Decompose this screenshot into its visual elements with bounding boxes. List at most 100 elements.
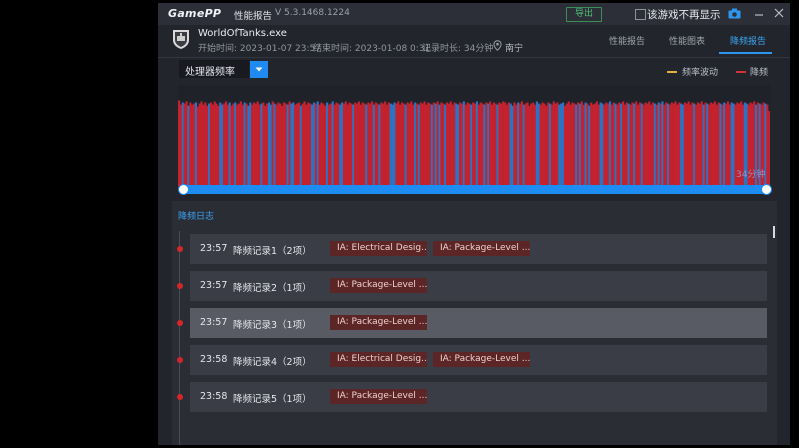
chart-bar bbox=[563, 105, 567, 187]
chart-bar bbox=[605, 102, 608, 187]
chart-bar bbox=[479, 102, 482, 187]
throttle-reason-tag[interactable]: IA: Package-Level ... bbox=[433, 241, 530, 256]
chart-bar bbox=[708, 104, 711, 187]
chart-bar bbox=[715, 104, 718, 187]
throttle-reason-tag[interactable]: IA: Package-Level ... bbox=[433, 352, 530, 367]
tab-performance-chart[interactable]: 性能图表 bbox=[669, 34, 705, 47]
legend-label-fluctuation: 频率波动 bbox=[682, 68, 719, 78]
chart-bar bbox=[590, 102, 593, 187]
throttle-reason-tag[interactable]: IA: Package-Level ... bbox=[330, 315, 427, 330]
chart-bar bbox=[726, 101, 730, 187]
log-row-time: 23:57 bbox=[200, 280, 228, 291]
chart-bar bbox=[440, 102, 443, 187]
frequency-chart[interactable] bbox=[178, 85, 771, 187]
chart-bar bbox=[472, 102, 475, 187]
chart-bar bbox=[730, 102, 733, 187]
chart-bar bbox=[423, 101, 426, 187]
chart-bar bbox=[355, 103, 359, 187]
chart-bar bbox=[629, 104, 632, 187]
chart-bar bbox=[314, 103, 317, 187]
tab-throttle-report[interactable]: 降频报告 bbox=[730, 34, 766, 47]
minimize-icon[interactable] bbox=[753, 7, 765, 19]
chart-bar bbox=[547, 102, 550, 187]
log-row[interactable]: 23:58 降频记录4（2项） IA: Electrical Desig... IA:… bbox=[190, 345, 767, 375]
log-row[interactable]: 23:57 降频记录3（1项） IA: Package-Level ... bbox=[190, 308, 767, 338]
chart-bar bbox=[281, 105, 284, 187]
chart-bar bbox=[326, 102, 329, 187]
chart-bar bbox=[382, 103, 385, 187]
camera-icon[interactable] bbox=[728, 8, 741, 19]
no-show-checkbox[interactable] bbox=[635, 9, 646, 20]
chart-bar bbox=[577, 102, 580, 187]
chart-bar bbox=[348, 102, 351, 187]
chart-bar bbox=[277, 102, 280, 187]
tab-performance-report[interactable]: 性能报告 bbox=[609, 34, 645, 47]
chart-bar bbox=[286, 104, 289, 187]
chart-bar bbox=[702, 104, 705, 187]
chart-bar bbox=[282, 102, 286, 187]
log-row[interactable]: 23:58 降频记录5（1项） IA: Package-Level ... bbox=[190, 382, 767, 412]
chart-bar bbox=[556, 102, 559, 187]
chart-bar bbox=[187, 105, 190, 187]
chart-bar bbox=[657, 102, 660, 187]
start-time: 开始时间: 2023-01-07 23:57 bbox=[198, 44, 321, 54]
throttle-reason-tag[interactable]: IA: Package-Level ... bbox=[330, 278, 427, 293]
log-row[interactable]: 23:57 降频记录1（2项） IA: Electrical Desig... IA:… bbox=[190, 234, 767, 264]
chart-bar bbox=[449, 101, 452, 187]
chart-bar bbox=[367, 102, 370, 187]
chart-bar bbox=[374, 102, 377, 187]
chart-bar bbox=[245, 103, 248, 187]
location-pin-icon bbox=[493, 40, 502, 51]
chart-bar bbox=[721, 104, 724, 187]
chart-bar bbox=[442, 103, 445, 187]
chart-bar bbox=[567, 101, 570, 187]
chart-bar bbox=[385, 104, 389, 187]
record-duration: 记录时长: 34分钟 bbox=[422, 44, 494, 54]
chart-bar bbox=[337, 103, 340, 187]
chart-bar bbox=[492, 102, 495, 187]
chart-bar bbox=[595, 101, 598, 187]
chart-bar bbox=[483, 104, 486, 187]
game-icon bbox=[173, 30, 189, 49]
chart-bar bbox=[571, 102, 574, 187]
chart-bar bbox=[665, 102, 668, 187]
slider-start-handle[interactable] bbox=[178, 184, 189, 195]
log-row[interactable]: 23:57 降频记录2（1项） IA: Package-Level ... bbox=[190, 271, 767, 301]
no-show-label[interactable]: 该游戏不再显示 bbox=[647, 7, 721, 22]
chart-bar bbox=[723, 102, 726, 187]
timeline-dot bbox=[177, 246, 183, 252]
chart-bar bbox=[179, 104, 183, 187]
chart-bar bbox=[254, 103, 257, 187]
export-button[interactable]: 导出 bbox=[566, 7, 602, 22]
chart-bar bbox=[406, 102, 409, 187]
chart-bar bbox=[530, 103, 533, 187]
chart-bar bbox=[275, 104, 278, 187]
throttle-reason-tag[interactable]: IA: Electrical Desig... bbox=[330, 352, 427, 367]
chart-bar bbox=[350, 103, 353, 187]
throttle-reason-tag[interactable]: IA: Package-Level ... bbox=[330, 389, 427, 404]
throttle-reason-tag[interactable]: IA: Electrical Desig... bbox=[330, 241, 427, 256]
chart-bar bbox=[239, 101, 242, 187]
chart-bar bbox=[655, 104, 658, 187]
chart-bar bbox=[507, 102, 510, 187]
chart-bar bbox=[685, 103, 688, 187]
chart-bar bbox=[584, 102, 587, 187]
chart-bar bbox=[588, 105, 591, 187]
slider-end-handle[interactable] bbox=[761, 184, 772, 195]
chart-bar bbox=[728, 104, 731, 187]
metric-select-dropdown-button[interactable] bbox=[250, 61, 268, 78]
chart-bar bbox=[372, 104, 376, 187]
chart-bar bbox=[539, 104, 542, 187]
chart-bar bbox=[333, 104, 336, 187]
timeline-dot bbox=[177, 357, 183, 363]
time-range-slider[interactable] bbox=[183, 185, 765, 194]
chart-bar bbox=[592, 104, 595, 187]
end-time: 结束时间: 2023-01-08 0:31 bbox=[313, 44, 431, 54]
close-icon[interactable] bbox=[773, 7, 785, 19]
metric-select[interactable]: 处理器频率 bbox=[179, 60, 249, 78]
chart-bar bbox=[211, 104, 214, 187]
chart-bar bbox=[713, 101, 716, 187]
log-scrollbar[interactable] bbox=[773, 226, 775, 238]
chart-bar bbox=[496, 104, 499, 187]
chart-bar bbox=[683, 102, 686, 187]
